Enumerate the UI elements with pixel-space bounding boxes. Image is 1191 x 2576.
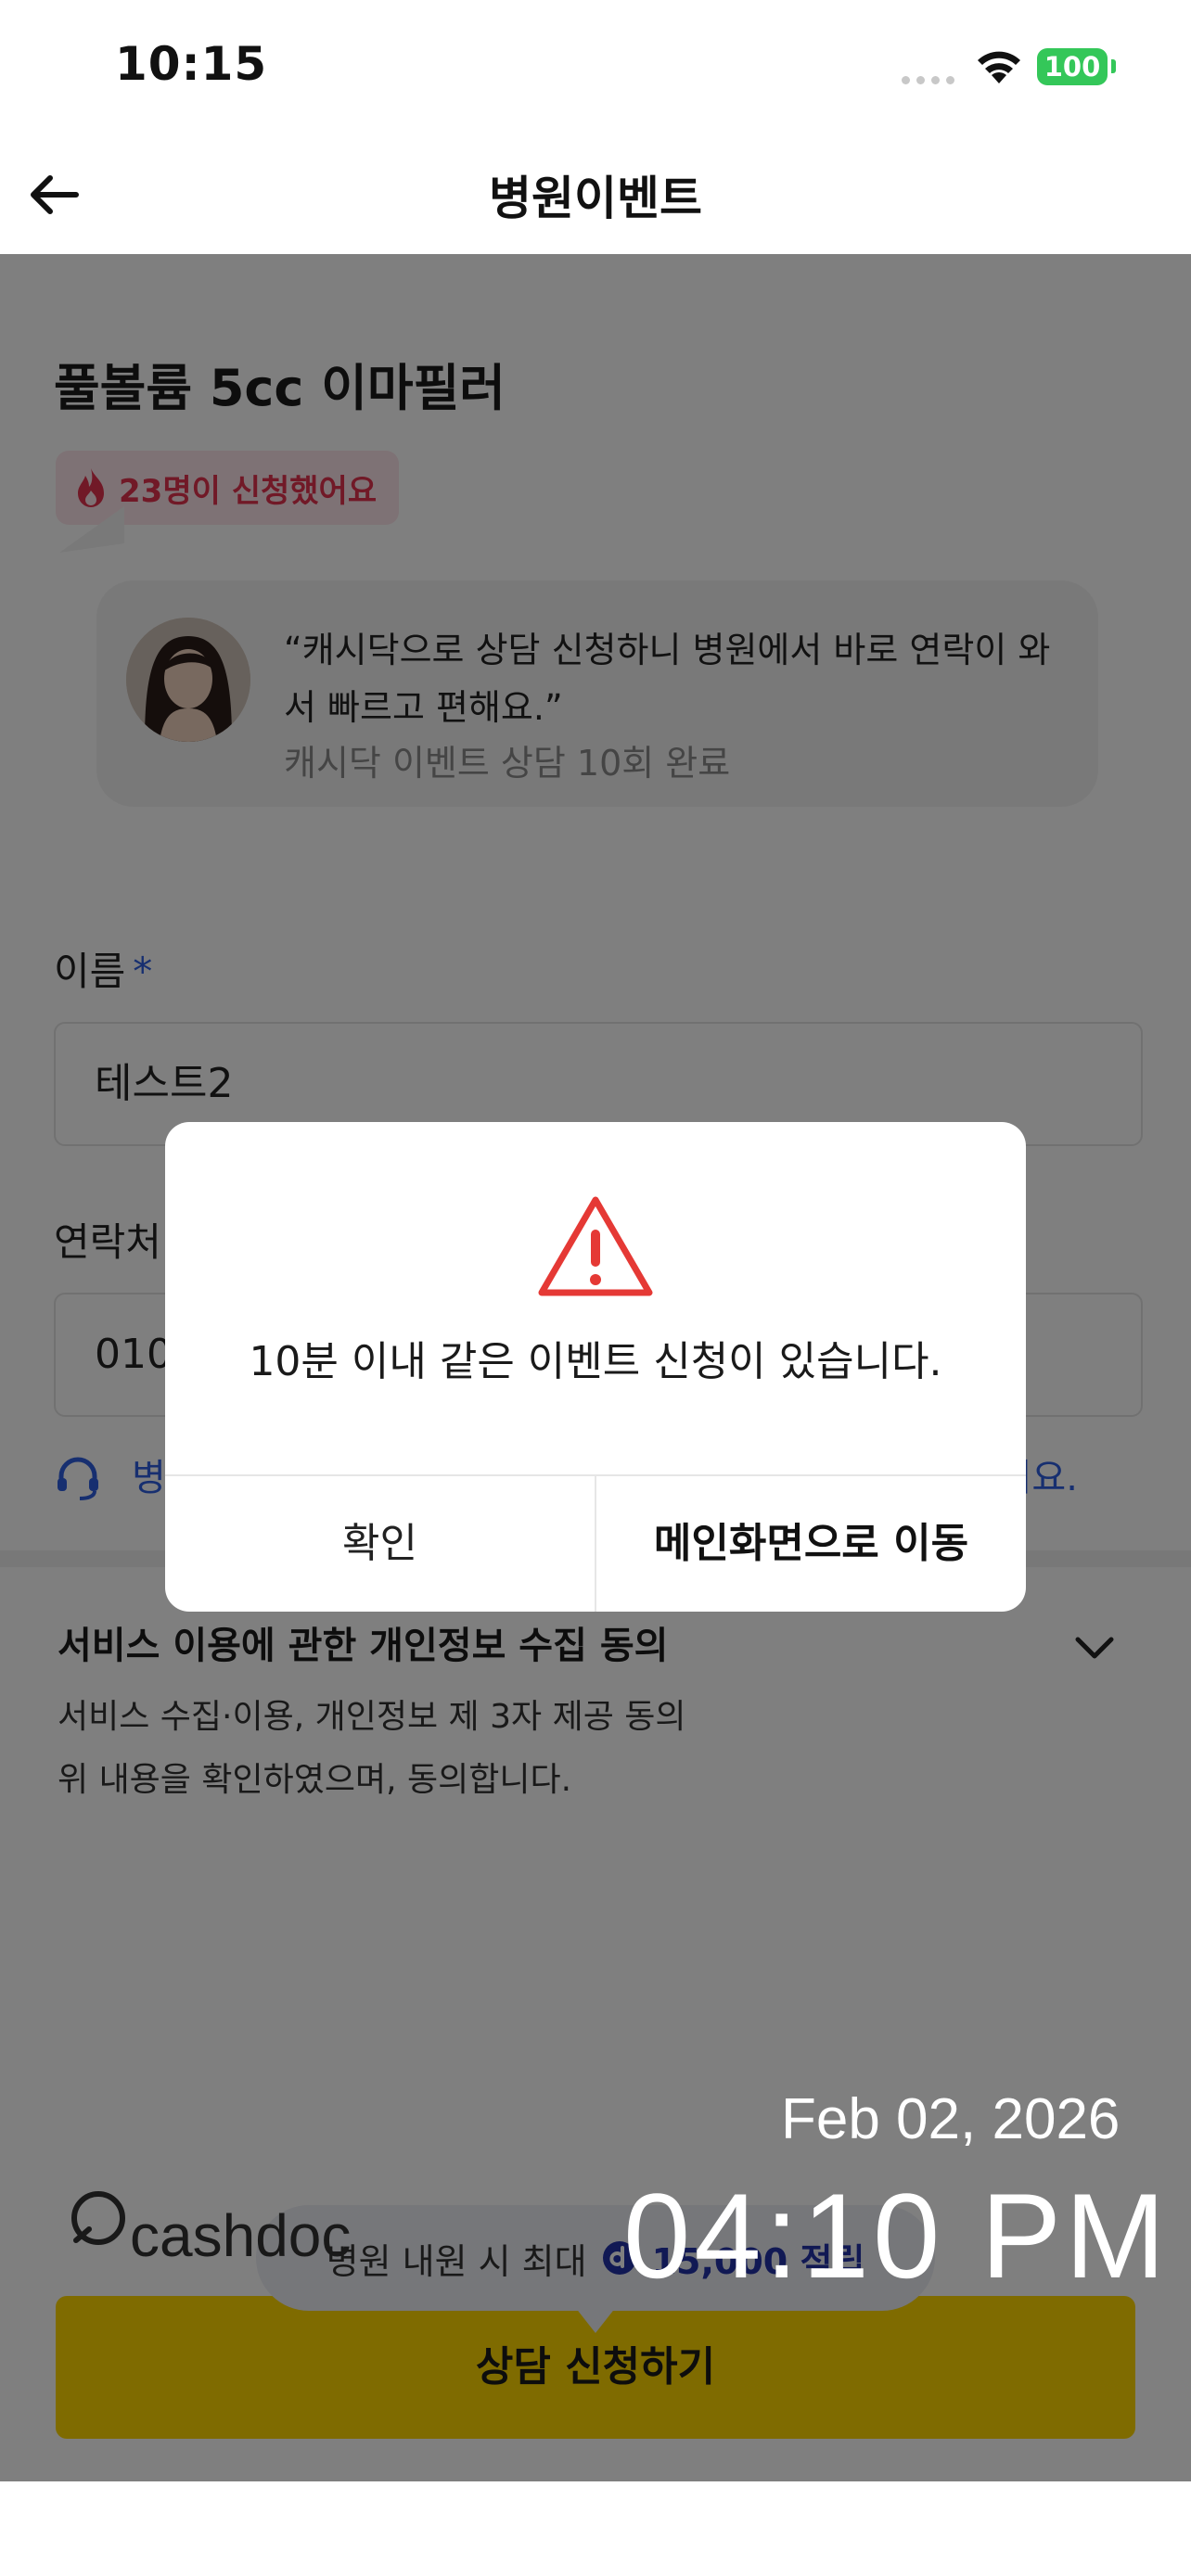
bottom-safe-area — [0, 2481, 1191, 2576]
battery-tip — [1111, 59, 1116, 73]
warning-icon — [538, 1196, 653, 1296]
go-to-main-button[interactable]: 메인화면으로 이동 — [596, 1476, 1026, 1612]
battery-indicator: 100 — [1037, 48, 1108, 85]
wifi-icon — [978, 51, 1020, 83]
dialog-message: 10분 이내 같은 이벤트 신청이 있습니다. — [249, 1338, 942, 1385]
timestamp-date: Feb 02, 2026 — [781, 2087, 1121, 2151]
duplicate-application-dialog: 10분 이내 같은 이벤트 신청이 있습니다. 확인 메인화면으로 이동 — [165, 1122, 1026, 1612]
status-time: 10:15 — [115, 37, 268, 91]
nav-bar: 병원이벤트 — [0, 130, 1191, 254]
timestamp-time: 04:10 PM — [623, 2168, 1170, 2303]
page-title: 병원이벤트 — [489, 172, 702, 225]
confirm-button[interactable]: 확인 — [165, 1476, 595, 1612]
cellular-signal-icon — [902, 76, 954, 84]
status-bar: 10:15 100 — [0, 0, 1191, 130]
